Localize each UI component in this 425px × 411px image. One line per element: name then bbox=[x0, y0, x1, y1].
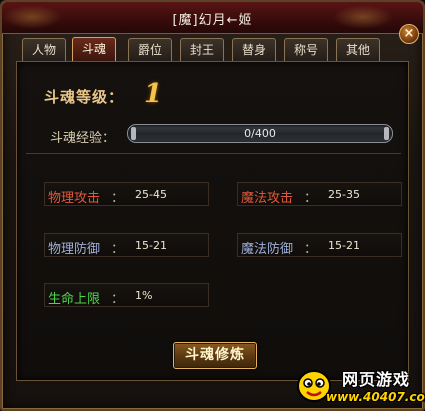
watermark-url: www.40407.com bbox=[326, 390, 425, 404]
stat-colon: ： bbox=[111, 292, 125, 307]
stat-hp-limit: 生命上限 ： 1% bbox=[44, 283, 209, 307]
soul-panel: 斗魂等级： 1 斗魂经验： 0/400 物理攻击 ： 25-45 魔法攻击 ： … bbox=[16, 61, 409, 381]
close-button[interactable]: × bbox=[399, 24, 419, 44]
stat-name: 魔法攻击 bbox=[241, 191, 294, 206]
stat-name: 魔法防御 bbox=[241, 242, 294, 257]
stat-colon: ： bbox=[304, 191, 318, 206]
stat-colon: ： bbox=[111, 191, 125, 206]
tab-nobility[interactable]: 爵位 bbox=[128, 38, 172, 61]
title-bar[interactable]: [魔]幻月←姬 bbox=[2, 2, 423, 34]
soul-cultivate-button[interactable]: 斗魂修炼 bbox=[173, 342, 257, 369]
stat-magic-attack: 魔法攻击 ： 25-35 bbox=[237, 182, 402, 206]
soul-exp-label: 斗魂经验： bbox=[50, 131, 116, 146]
soul-level-section: 斗魂等级： 1 斗魂经验： 0/400 bbox=[26, 70, 401, 154]
soul-exp-bar: 0/400 bbox=[127, 124, 393, 143]
tab-character[interactable]: 人物 bbox=[22, 38, 66, 61]
stat-colon: ： bbox=[304, 242, 318, 257]
soul-level-value: 1 bbox=[144, 79, 163, 109]
stat-name: 物理攻击 bbox=[48, 191, 101, 206]
character-window: [魔]幻月←姬 × 人物 斗魂 爵位 封王 替身 称号 其他 斗魂等级： 1 斗… bbox=[0, 0, 425, 411]
site-watermark: 网页游戏 www.40407.com bbox=[296, 364, 425, 410]
stat-name: 物理防御 bbox=[48, 242, 101, 257]
soul-level-label: 斗魂等级： bbox=[44, 88, 125, 106]
stat-name: 生命上限 bbox=[48, 292, 101, 307]
stat-colon: ： bbox=[111, 242, 125, 257]
stat-physical-defense: 物理防御 ： 15-21 bbox=[44, 233, 209, 257]
window-title: [魔]幻月←姬 bbox=[172, 13, 253, 28]
stat-magic-defense: 魔法防御 ： 15-21 bbox=[237, 233, 402, 257]
tab-titles[interactable]: 称号 bbox=[284, 38, 328, 61]
stat-value: 15-21 bbox=[328, 239, 360, 252]
tab-crown-king[interactable]: 封王 bbox=[180, 38, 224, 61]
tab-fighting-soul[interactable]: 斗魂 bbox=[72, 37, 116, 62]
watermark-title: 网页游戏 bbox=[342, 370, 411, 389]
stat-value: 25-35 bbox=[328, 188, 360, 201]
stat-value: 1% bbox=[135, 289, 153, 302]
tab-other[interactable]: 其他 bbox=[336, 38, 380, 61]
stat-value: 25-45 bbox=[135, 188, 167, 201]
stat-physical-attack: 物理攻击 ： 25-45 bbox=[44, 182, 209, 206]
stat-value: 15-21 bbox=[135, 239, 167, 252]
soul-exp-text: 0/400 bbox=[244, 127, 276, 140]
tab-substitute[interactable]: 替身 bbox=[232, 38, 276, 61]
